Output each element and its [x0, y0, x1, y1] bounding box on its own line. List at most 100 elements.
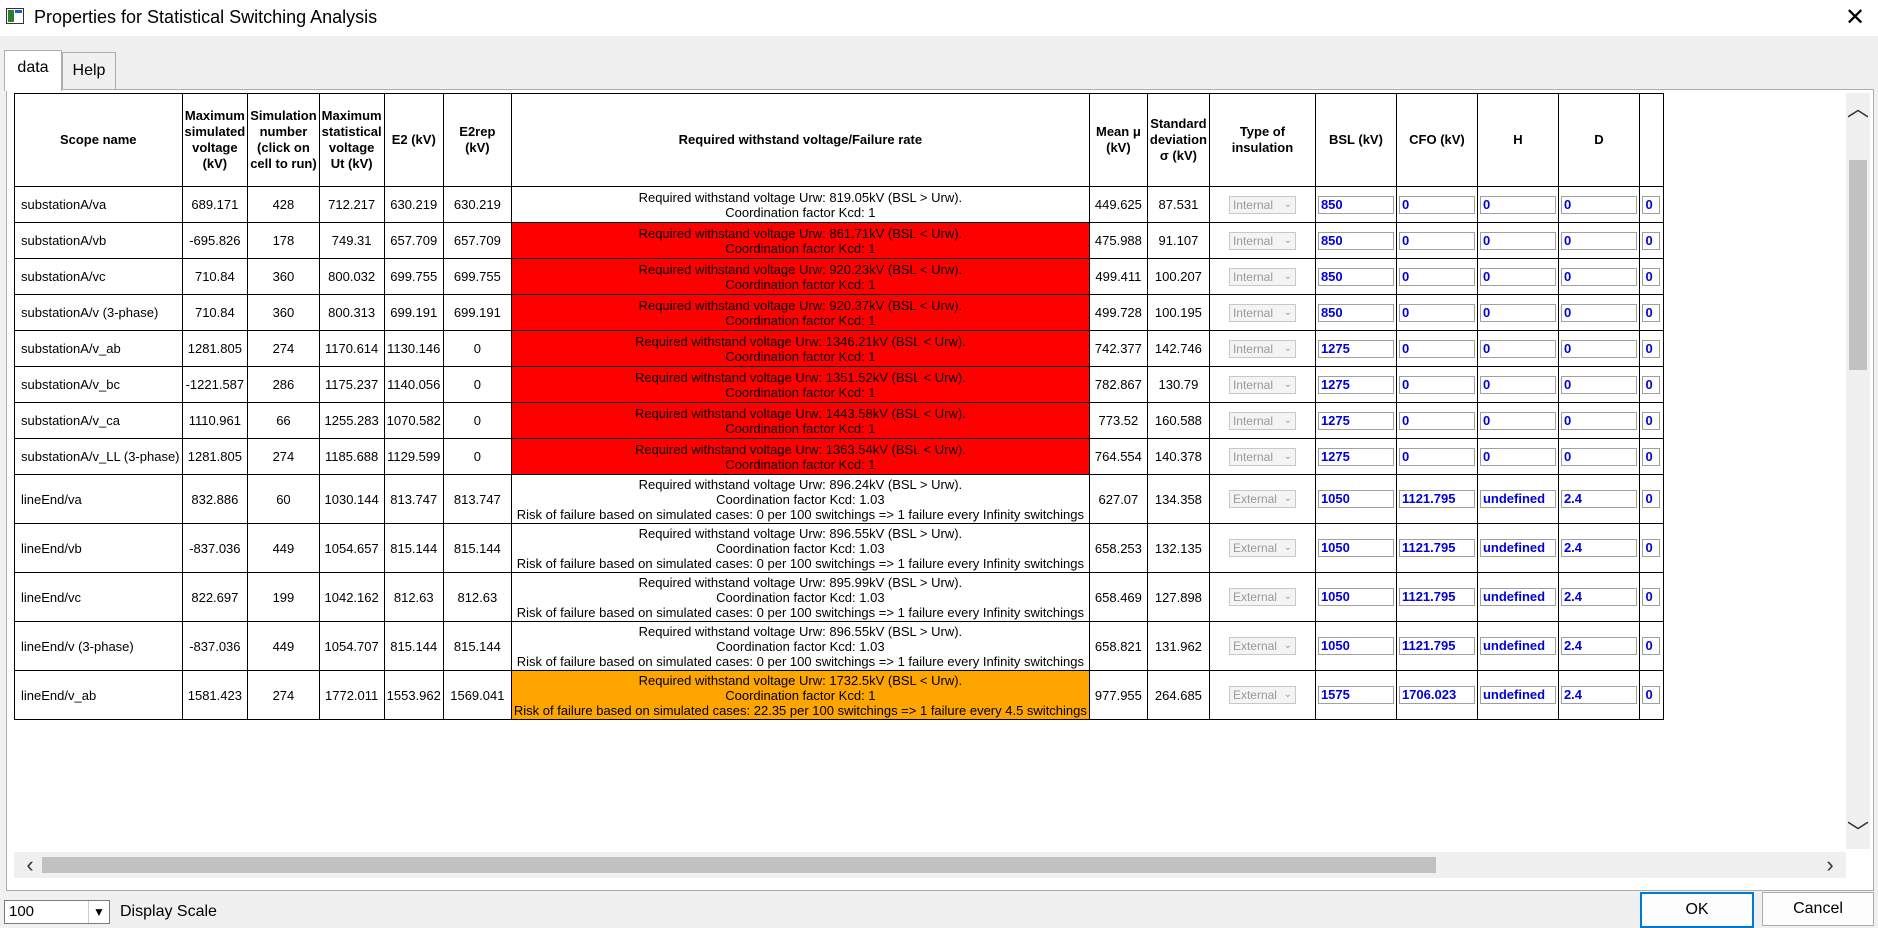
horizontal-scrollbar[interactable]: ‹ ›	[14, 852, 1846, 878]
extra-input[interactable]: 0	[1642, 231, 1661, 250]
h-input[interactable]: 0	[1479, 267, 1556, 286]
col-header-bsl[interactable]: BSL (kV)	[1314, 93, 1397, 187]
insulation-select[interactable]: External ⌄	[1228, 539, 1296, 557]
bsl-input[interactable]: 1050	[1317, 637, 1394, 655]
extra-input[interactable]: 0	[1642, 588, 1661, 606]
cell-simulation-number[interactable]: 360	[247, 258, 320, 295]
cancel-button[interactable]: Cancel	[1762, 892, 1874, 926]
insulation-select[interactable]: External ⌄	[1228, 637, 1296, 655]
col-header-max-sim[interactable]: Maximum simulated voltage (kV)	[181, 93, 249, 187]
cell-simulation-number[interactable]: 286	[247, 366, 320, 403]
col-header-e2[interactable]: E2 (kV)	[383, 93, 444, 187]
cell-simulation-number[interactable]: 428	[247, 186, 320, 223]
cell-simulation-number[interactable]: 274	[247, 670, 320, 720]
scroll-down-icon[interactable]: ﹀	[1846, 821, 1870, 845]
extra-input[interactable]: 0	[1642, 447, 1661, 466]
tab-data[interactable]: data	[4, 50, 62, 91]
scroll-right-icon[interactable]: ›	[1818, 852, 1842, 878]
h-input[interactable]: 0	[1479, 447, 1556, 466]
insulation-select[interactable]: External ⌄	[1228, 588, 1296, 606]
bsl-input[interactable]: 1050	[1317, 588, 1394, 606]
d-input[interactable]: 2.4	[1560, 588, 1637, 606]
col-header-mean[interactable]: Mean μ (kV)	[1088, 93, 1148, 187]
extra-input[interactable]: 0	[1642, 637, 1661, 655]
d-input[interactable]: 0	[1560, 339, 1637, 358]
insulation-select[interactable]: External ⌄	[1228, 490, 1296, 508]
insulation-select[interactable]: Internal ⌄	[1228, 411, 1296, 430]
cfo-input[interactable]: 0	[1398, 303, 1475, 322]
horizontal-scroll-thumb[interactable]	[42, 857, 1436, 873]
extra-input[interactable]: 0	[1642, 411, 1661, 430]
bsl-input[interactable]: 850	[1317, 231, 1394, 250]
h-input[interactable]: undefined	[1479, 588, 1556, 606]
d-input[interactable]: 0	[1560, 411, 1637, 430]
cell-simulation-number[interactable]: 199	[247, 572, 320, 622]
d-input[interactable]: 0	[1560, 267, 1637, 286]
cfo-input[interactable]: 0	[1398, 411, 1475, 430]
cfo-input[interactable]: 1121.795	[1398, 539, 1475, 557]
h-input[interactable]: undefined	[1479, 490, 1556, 508]
cfo-input[interactable]: 0	[1398, 339, 1475, 358]
h-input[interactable]: 0	[1479, 303, 1556, 322]
insulation-select[interactable]: Internal ⌄	[1228, 231, 1296, 250]
insulation-select[interactable]: Internal ⌄	[1228, 375, 1296, 394]
extra-input[interactable]: 0	[1642, 686, 1661, 704]
d-input[interactable]: 2.4	[1560, 539, 1637, 557]
tab-help[interactable]: Help	[62, 52, 116, 90]
cfo-input[interactable]: 0	[1398, 231, 1475, 250]
col-header-std[interactable]: Standard deviation σ (kV)	[1146, 93, 1210, 187]
h-input[interactable]: 0	[1479, 231, 1556, 250]
bsl-input[interactable]: 850	[1317, 267, 1394, 286]
col-header-insulation[interactable]: Type of insulation	[1208, 93, 1316, 187]
extra-input[interactable]: 0	[1642, 539, 1661, 557]
d-input[interactable]: 0	[1560, 375, 1637, 394]
bsl-input[interactable]: 1275	[1317, 375, 1394, 394]
cell-simulation-number[interactable]: 178	[247, 222, 320, 259]
bsl-input[interactable]: 850	[1317, 303, 1394, 322]
extra-input[interactable]: 0	[1642, 490, 1661, 508]
d-input[interactable]: 2.4	[1560, 490, 1637, 508]
insulation-select[interactable]: External ⌄	[1228, 686, 1296, 704]
col-header-e2rep[interactable]: E2rep (kV)	[442, 93, 512, 187]
bsl-input[interactable]: 850	[1317, 195, 1394, 214]
h-input[interactable]: 0	[1479, 339, 1556, 358]
extra-input[interactable]: 0	[1642, 267, 1661, 286]
cfo-input[interactable]: 1121.795	[1398, 588, 1475, 606]
extra-input[interactable]: 0	[1642, 195, 1661, 214]
col-header-sim-num[interactable]: Simulation number (click on cell to run)	[247, 93, 320, 187]
d-input[interactable]: 2.4	[1560, 686, 1637, 704]
cell-simulation-number[interactable]: 60	[247, 474, 320, 524]
d-input[interactable]: 0	[1560, 447, 1637, 466]
cfo-input[interactable]: 1121.795	[1398, 637, 1475, 655]
bsl-input[interactable]: 1275	[1317, 339, 1394, 358]
col-header-h[interactable]: H	[1476, 93, 1559, 187]
h-input[interactable]: 0	[1479, 411, 1556, 430]
cfo-input[interactable]: 1121.795	[1398, 490, 1475, 508]
cfo-input[interactable]: 0	[1398, 195, 1475, 214]
display-scale-select[interactable]: 100 ▼	[4, 900, 110, 924]
bsl-input[interactable]: 1050	[1317, 490, 1394, 508]
extra-input[interactable]: 0	[1642, 303, 1661, 322]
col-header-scope[interactable]: Scope name	[14, 93, 183, 187]
insulation-select[interactable]: Internal ⌄	[1228, 447, 1296, 466]
chevron-down-icon[interactable]: ▼	[88, 901, 109, 923]
d-input[interactable]: 0	[1560, 195, 1637, 214]
cell-simulation-number[interactable]: 449	[247, 621, 320, 671]
bsl-input[interactable]: 1575	[1317, 686, 1394, 704]
insulation-select[interactable]: Internal ⌄	[1228, 339, 1296, 358]
insulation-select[interactable]: Internal ⌄	[1228, 195, 1296, 214]
insulation-select[interactable]: Internal ⌄	[1228, 303, 1296, 322]
col-header-required-withstand[interactable]: Required withstand voltage/Failure rate	[510, 93, 1090, 187]
scroll-up-icon[interactable]: ︿	[1846, 97, 1870, 121]
h-input[interactable]: 0	[1479, 375, 1556, 394]
h-input[interactable]: 0	[1479, 195, 1556, 214]
h-input[interactable]: undefined	[1479, 686, 1556, 704]
cell-simulation-number[interactable]: 274	[247, 330, 320, 367]
d-input[interactable]: 2.4	[1560, 637, 1637, 655]
col-header-d[interactable]: D	[1557, 93, 1640, 187]
cfo-input[interactable]: 0	[1398, 447, 1475, 466]
cell-simulation-number[interactable]: 66	[247, 402, 320, 439]
bsl-input[interactable]: 1275	[1317, 411, 1394, 430]
bsl-input[interactable]: 1275	[1317, 447, 1394, 466]
insulation-select[interactable]: Internal ⌄	[1228, 267, 1296, 286]
